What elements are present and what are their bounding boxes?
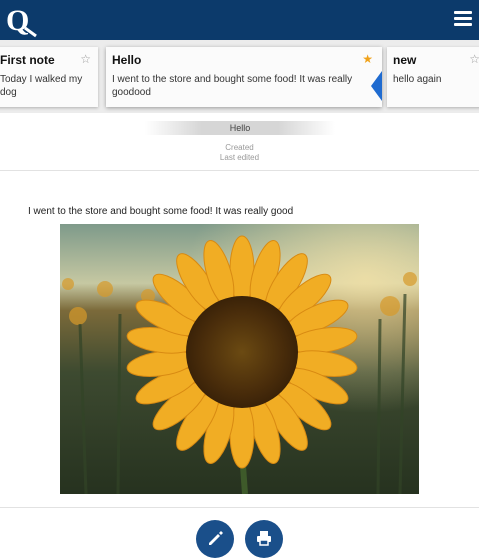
- note-card-new[interactable]: new ☆ hello again: [387, 47, 479, 107]
- sunflower-center: [186, 296, 298, 408]
- star-icon[interactable]: ☆: [80, 53, 91, 65]
- notes-strip: First note ☆ Today I walked my dog Hello…: [0, 40, 479, 113]
- note-title: First note: [0, 53, 55, 67]
- note-preview: I went to the store and bought some food…: [112, 74, 353, 98]
- print-button[interactable]: [245, 520, 283, 558]
- note-content-text[interactable]: I went to the store and bought some food…: [28, 206, 293, 217]
- edited-label: Last edited: [219, 153, 260, 162]
- edit-button[interactable]: [196, 520, 234, 558]
- logo-letter: Q: [6, 4, 29, 37]
- note-title: Hello: [112, 53, 142, 67]
- note-card-hello[interactable]: Hello ★ I went to the store and bought s…: [106, 47, 382, 107]
- star-icon[interactable]: ★: [362, 53, 373, 65]
- divider: [0, 507, 479, 508]
- note-preview: Today I walked my dog: [0, 74, 83, 98]
- pencil-icon: [209, 531, 223, 545]
- app-logo[interactable]: Q: [4, 2, 38, 38]
- star-icon[interactable]: ☆: [469, 53, 479, 65]
- printer-icon: [257, 531, 271, 546]
- note-card-first-note[interactable]: First note ☆ Today I walked my dog: [0, 47, 98, 107]
- app-header: Q: [0, 0, 479, 40]
- note-title: new: [393, 53, 417, 67]
- sunflower-image: [60, 224, 419, 494]
- created-label: Created: [225, 143, 254, 152]
- note-preview: hello again: [393, 74, 442, 85]
- active-note-marker: [371, 71, 382, 101]
- hamburger-menu-icon[interactable]: [454, 11, 472, 27]
- divider: [0, 170, 479, 171]
- note-title-field[interactable]: Hello: [145, 121, 335, 135]
